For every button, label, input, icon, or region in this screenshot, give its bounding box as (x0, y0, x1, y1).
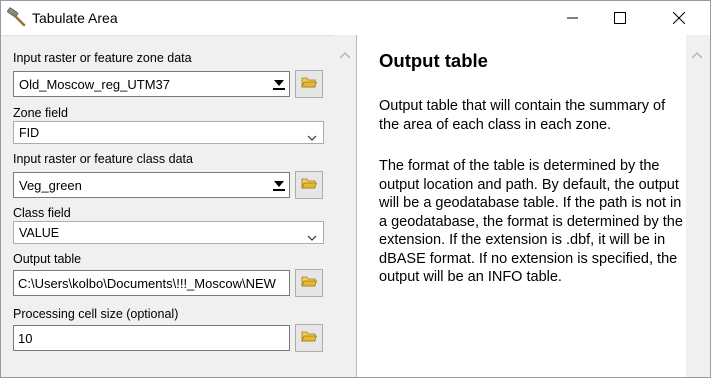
cell-size-browse-button[interactable] (295, 324, 323, 352)
help-title: Output table (379, 50, 488, 71)
class-data-browse-button[interactable] (295, 171, 323, 199)
zone-field-dropdown[interactable]: FID (13, 121, 324, 144)
folder-open-icon (301, 176, 318, 195)
folder-open-icon (301, 329, 318, 348)
cell-size-value: 10 (18, 331, 33, 346)
dropdown-arrow-icon[interactable] (272, 76, 286, 92)
scroll-up-icon[interactable] (690, 47, 704, 59)
help-paragraph-2: The format of the table is determined by… (379, 158, 683, 285)
minimize-button[interactable] (549, 1, 595, 35)
parameters-panel: Input raster or feature zone data Old_Mo… (1, 35, 334, 377)
folder-open-icon (301, 274, 318, 293)
maximize-button[interactable] (597, 1, 643, 35)
class-data-combobox[interactable]: Veg_green (13, 172, 290, 198)
help-scrollbar[interactable] (686, 35, 710, 377)
hammer-icon (7, 7, 27, 27)
zone-data-value: Old_Moscow_reg_UTM37 (19, 77, 171, 92)
zone-data-browse-button[interactable] (295, 70, 323, 98)
zone-field-value: FID (19, 126, 40, 140)
minimize-icon (566, 17, 578, 19)
output-table-browse-button[interactable] (295, 269, 323, 297)
dropdown-arrow-icon[interactable] (272, 177, 286, 193)
cell-size-label: Processing cell size (optional) (13, 307, 179, 321)
window-title: Tabulate Area (32, 10, 118, 26)
chevron-down-icon (307, 129, 317, 141)
class-field-label: Class field (13, 206, 71, 220)
output-table-value: C:\Users\kolbo\Documents\!!!_Moscow\NEW (18, 276, 276, 291)
class-data-label: Input raster or feature class data (13, 152, 193, 166)
scroll-up-icon[interactable] (338, 47, 352, 59)
tabulate-area-dialog: Tabulate Area Input raster or feature zo… (0, 0, 711, 378)
title-bar[interactable]: Tabulate Area (1, 1, 710, 35)
output-table-input[interactable]: C:\Users\kolbo\Documents\!!!_Moscow\NEW (13, 270, 290, 296)
close-button[interactable] (656, 1, 702, 35)
chevron-down-icon (307, 229, 317, 241)
class-field-value: VALUE (19, 226, 60, 240)
folder-open-icon (301, 75, 318, 94)
cell-size-input[interactable]: 10 (13, 325, 290, 351)
parameters-scrollbar[interactable] (334, 35, 356, 377)
maximize-icon (614, 12, 626, 24)
close-icon (673, 12, 685, 24)
help-panel: Output table Output table that will cont… (356, 35, 710, 377)
class-data-value: Veg_green (19, 178, 82, 193)
output-table-label: Output table (13, 252, 82, 266)
zone-data-label: Input raster or feature zone data (13, 51, 192, 65)
zone-data-combobox[interactable]: Old_Moscow_reg_UTM37 (13, 71, 290, 97)
zone-field-label: Zone field (13, 106, 68, 120)
help-paragraph-1: Output table that will contain the summa… (379, 98, 666, 133)
class-field-dropdown[interactable]: VALUE (13, 221, 324, 244)
